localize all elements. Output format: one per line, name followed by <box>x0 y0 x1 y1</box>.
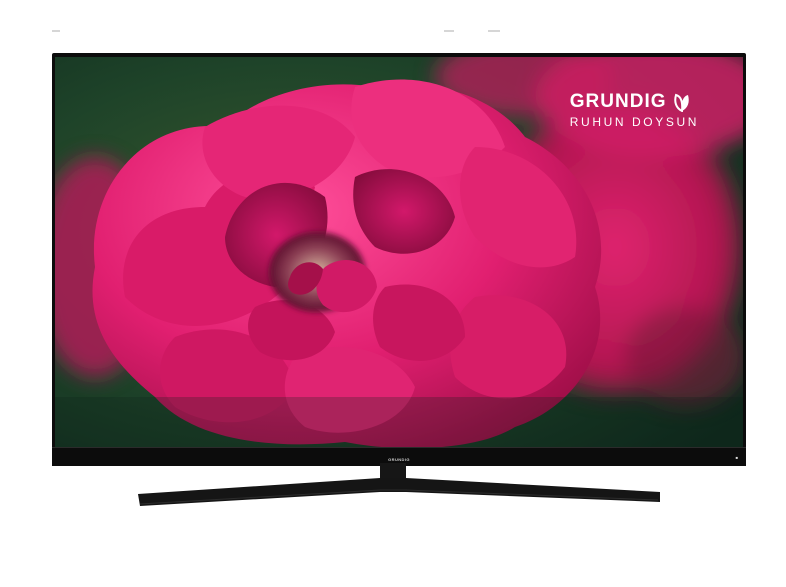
tv-stand-neck <box>380 463 406 487</box>
leaf-icon <box>673 92 691 112</box>
brand-tagline: RUHUN DOYSUN <box>569 115 699 129</box>
chin-badge-icon: ■ <box>735 455 738 460</box>
tv-screen: GRUNDIG RUHUN DOYSUN <box>55 57 743 447</box>
top-edge-marks <box>0 30 786 36</box>
brand-logo: GRUNDIG RUHUN DOYSUN <box>570 91 699 129</box>
chin-logo: GRUNDIG <box>388 457 410 462</box>
brand-name: GRUNDIG <box>569 91 667 112</box>
